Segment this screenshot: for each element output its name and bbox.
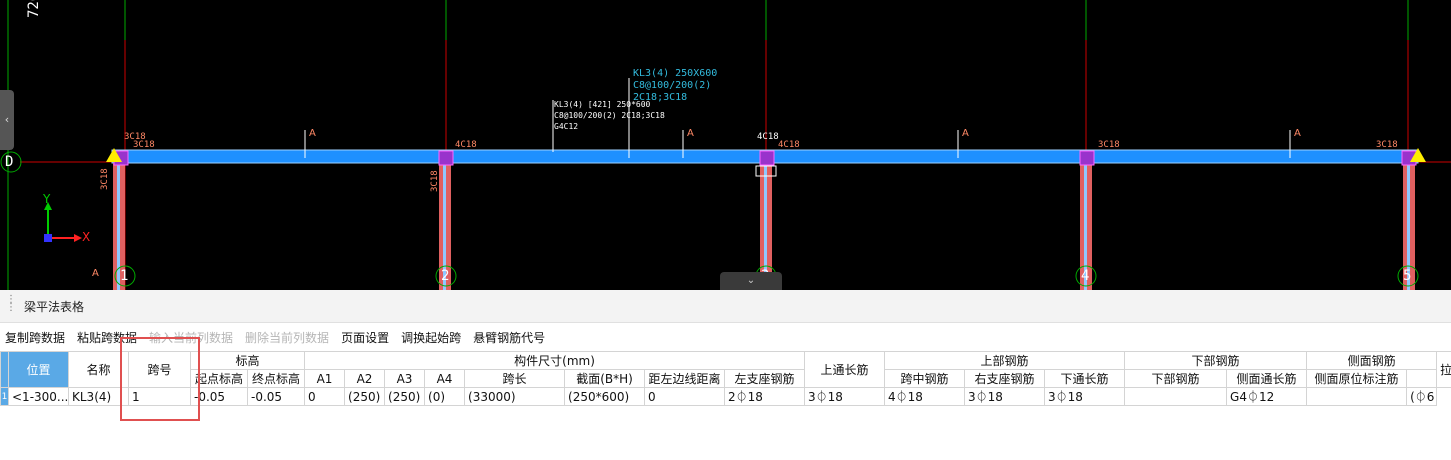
beam-label-small-line: C8@100/200(2) 2C18;3C18 <box>554 111 665 120</box>
col-position[interactable]: 位置 <box>8 351 69 388</box>
col-bottom-long[interactable]: 下通长筋 <box>1044 369 1126 388</box>
cantilever-code-button[interactable]: 悬臂钢筋代号 <box>473 329 545 346</box>
beam-label-small-line: G4C12 <box>554 122 579 131</box>
col-span-no[interactable]: 跨号 <box>128 351 191 388</box>
beam-label-small[interactable]: KL3(4) [421] 250*600 C8@100/200(2) 2C18;… <box>554 99 665 132</box>
cell-section[interactable]: (250*600) <box>564 387 646 406</box>
cad-drawing[interactable] <box>0 0 1451 290</box>
cell-start-elev[interactable]: -0.05 <box>190 387 248 406</box>
support-label: 4C18 <box>757 132 779 142</box>
cell-mid-span[interactable]: 4⏀18 <box>884 387 966 406</box>
col-span-len[interactable]: 跨长 <box>464 369 566 388</box>
col-bottom-bar[interactable]: 下部钢筋 <box>1124 369 1228 388</box>
col-mid-span[interactable]: 跨中钢筋 <box>884 369 966 388</box>
col-group-side: 侧面钢筋 <box>1306 351 1438 370</box>
col-top-long[interactable]: 上通长筋 <box>804 351 886 388</box>
axis-number-4: 4 <box>1081 268 1090 284</box>
cell-a4[interactable]: (0) <box>424 387 466 406</box>
support-label: 4C18 <box>455 140 477 150</box>
ucs-y-label: Y <box>43 192 51 206</box>
col-section[interactable]: 截面(B*H) <box>564 369 646 388</box>
beam-label-small-line: KL3(4) [421] 250*600 <box>554 100 651 109</box>
input-column-data-button[interactable]: 输入当前列数据 <box>149 329 233 346</box>
cell-position[interactable]: <1-300... <box>8 387 69 406</box>
cell-edge-dist[interactable]: 0 <box>644 387 726 406</box>
cell-side-orig[interactable] <box>1306 387 1408 406</box>
beam-label-line: KL3(4) 250X600 <box>633 68 718 79</box>
cad-viewport[interactable]: 7200 D 1 2 3 4 5 Y X KL3(4) 250X600 C8@1… <box>0 0 1451 290</box>
panel-toolbar: 复制跨数据 粘贴跨数据 输入当前列数据 删除当前列数据 页面设置 调换起始跨 悬… <box>0 323 1451 351</box>
cell-end-elev[interactable]: -0.05 <box>246 387 306 406</box>
cell-tie[interactable]: (⏀6 <box>1406 387 1438 406</box>
col-side-long[interactable]: 侧面通长筋 <box>1226 369 1308 388</box>
cell-bottom-bar[interactable] <box>1124 387 1228 406</box>
col-a3[interactable]: A3 <box>384 369 426 388</box>
side-collapse-tab[interactable]: ‹ <box>0 90 14 150</box>
panel-header[interactable]: ⋮ ⋮ 梁平法表格 <box>0 290 1451 323</box>
section-mark: A <box>962 128 969 139</box>
cell-side-long[interactable]: G4⏀12 <box>1226 387 1308 406</box>
cell-span-len[interactable]: (33000) <box>464 387 566 406</box>
col-edge-dist[interactable]: 距左边线距离 <box>644 369 726 388</box>
col-a1[interactable]: A1 <box>304 369 346 388</box>
cell-bottom-long[interactable]: 3⏀18 <box>1044 387 1126 406</box>
copy-span-data-button[interactable]: 复制跨数据 <box>5 329 65 346</box>
cell-name[interactable]: KL3(4) <box>68 387 129 406</box>
cell-span-no[interactable]: 1 <box>128 387 191 406</box>
axis-bubbles <box>0 151 1419 287</box>
paste-span-data-button[interactable]: 粘贴跨数据 <box>77 329 137 346</box>
section-mark: A <box>687 128 694 139</box>
beam-table-panel: ⋮ ⋮ 梁平法表格 复制跨数据 粘贴跨数据 输入当前列数据 删除当前列数据 页面设… <box>0 290 1451 460</box>
column-label: 3C18 <box>430 170 440 192</box>
beam-label-line: C8@100/200(2) <box>633 80 712 91</box>
col-side-orig[interactable]: 侧面原位标注筋 <box>1306 369 1408 388</box>
swap-start-span-button[interactable]: 调换起始跨 <box>401 329 461 346</box>
row-header-corner <box>0 351 9 388</box>
col-group-top: 上部钢筋 <box>884 351 1126 370</box>
col-right-seat[interactable]: 右支座钢筋 <box>964 369 1046 388</box>
section-mark: A <box>1294 128 1301 139</box>
cell-a1[interactable]: 0 <box>304 387 346 406</box>
row-index[interactable]: 1 <box>0 387 9 406</box>
cell-top-long[interactable]: 2⏀18 <box>724 387 806 406</box>
dimension-label: 7200 <box>26 0 42 18</box>
column-label: 3C18 <box>100 168 110 190</box>
col-name[interactable]: 名称 <box>68 351 129 388</box>
section-mark: A <box>309 128 316 139</box>
drag-grip-icon[interactable]: ⋮ ⋮ <box>4 295 18 316</box>
support-label: 3C18 <box>133 140 155 150</box>
table-row[interactable]: 1 <1-300... KL3(4) 1 -0.05 -0.05 0 (250)… <box>0 387 1451 406</box>
col-start-elev[interactable]: 起点标高 <box>190 369 248 388</box>
cell-a2[interactable]: (250) <box>344 387 386 406</box>
cell-right-seat[interactable]: 3⏀18 <box>964 387 1046 406</box>
col-a4[interactable]: A4 <box>424 369 466 388</box>
axis-number-5: 5 <box>1403 268 1412 284</box>
axis-number-1: 1 <box>120 268 129 284</box>
col-a2[interactable]: A2 <box>344 369 386 388</box>
beam-table: 位置 名称 跨号 标高 构件尺寸(mm) 上通长筋 上部钢筋 下部钢筋 侧面钢筋… <box>0 351 1451 406</box>
panel-title: 梁平法表格 <box>24 299 85 314</box>
panel-collapse-tab[interactable]: ⌄ <box>720 272 782 290</box>
ucs-x-label: X <box>82 230 91 244</box>
support-label: 4C18 <box>778 140 800 150</box>
support-label: 3C18 <box>1376 140 1398 150</box>
col-group-elevation: 标高 <box>189 351 306 370</box>
col-tie[interactable]: 拉筋 <box>1436 351 1451 388</box>
support-label: 3C18 <box>1098 140 1120 150</box>
cell-a3[interactable]: (250) <box>384 387 426 406</box>
delete-column-data-button[interactable]: 删除当前列数据 <box>245 329 329 346</box>
page-setup-button[interactable]: 页面设置 <box>341 329 389 346</box>
col-left-seat[interactable]: 左支座钢筋 <box>724 369 806 388</box>
col-group-bottom: 下部钢筋 <box>1124 351 1308 370</box>
axis-letter-d: D <box>5 154 14 170</box>
col-end-elev[interactable]: 终点标高 <box>246 369 306 388</box>
section-mark: A <box>92 268 99 279</box>
cell-left-seat[interactable]: 3⏀18 <box>804 387 886 406</box>
col-group-size: 构件尺寸(mm) <box>304 351 806 370</box>
axis-number-2: 2 <box>441 268 450 284</box>
ucs-icon <box>44 202 82 242</box>
